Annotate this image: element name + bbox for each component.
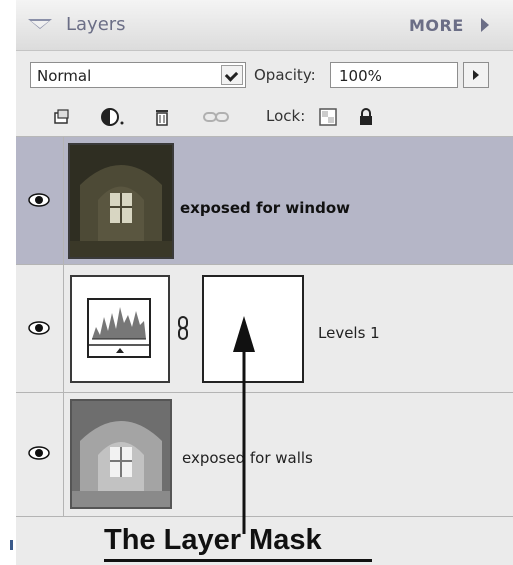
layer-mask-thumbnail[interactable] [202,275,304,383]
layer-thumbnail-window[interactable] [68,143,174,259]
eye-icon[interactable] [28,446,50,460]
visibility-column [16,137,64,264]
lock-all-icon[interactable] [356,107,376,127]
chevron-down-icon[interactable] [221,65,243,85]
interior-bright-walls-thumbnail [72,401,170,507]
layer-row-exposed-for-walls[interactable]: exposed for walls [16,393,513,517]
layer-thumbnail-walls[interactable] [70,399,172,509]
layer-name[interactable]: exposed for walls [182,449,313,467]
more-button[interactable]: MORE [409,16,464,35]
edge-marker [10,540,13,550]
opacity-value: 100% [339,67,382,85]
eye-icon[interactable] [28,193,50,207]
blend-mode-value: Normal [37,67,92,85]
layer-row-exposed-for-window[interactable]: exposed for window [16,137,513,265]
link-icon[interactable] [202,107,230,127]
opacity-label: Opacity: [254,66,316,84]
opacity-input[interactable]: 100% [330,62,458,88]
adjustment-layer-icon[interactable] [100,107,126,127]
lock-label: Lock: [266,107,306,125]
layers-toolbar: Normal Opacity: 100% Lock: [16,51,513,137]
more-arrow-icon[interactable] [481,18,489,32]
new-layer-icon[interactable] [52,107,72,127]
eye-icon[interactable] [28,321,50,335]
trash-icon[interactable] [152,107,172,127]
visibility-column [16,393,64,516]
blend-mode-select[interactable]: Normal [30,62,246,88]
annotation-label: The Layer Mask [104,524,322,556]
left-edge [0,0,16,565]
collapse-triangle-icon[interactable] [28,19,52,29]
visibility-column [16,265,64,392]
layer-name[interactable]: exposed for window [180,199,350,217]
lock-transparency-icon[interactable] [318,107,338,127]
interior-dark-window-thumbnail [70,145,172,257]
layer-name[interactable]: Levels 1 [318,324,380,342]
panel-title: Layers [66,14,126,35]
layers-panel: Layers MORE Normal Opacity: 100% Lock: e… [16,0,513,565]
opacity-slider-button[interactable] [463,62,489,88]
adjustment-thumbnail[interactable] [70,275,170,383]
layer-row-levels[interactable]: Levels 1 [16,265,513,393]
chain-link-icon[interactable] [176,316,190,340]
panel-header: Layers MORE [16,0,513,51]
levels-histogram-icon [87,298,151,358]
annotation-underline [104,559,372,562]
